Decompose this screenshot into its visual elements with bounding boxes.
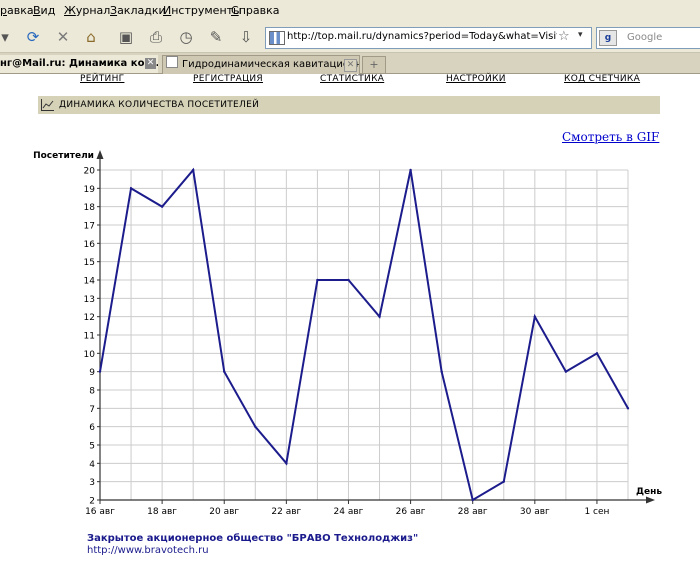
nav-link-settings[interactable]: НАСТРОЙКИ — [446, 74, 506, 84]
page-icon — [166, 56, 178, 68]
x-axis-label: День — [636, 487, 662, 497]
x-tick-label: 18 авг — [147, 507, 177, 517]
top-navigation: РЕЙТИНГ РЕГИСТРАЦИЯ СТАТИСТИКА НАСТРОЙКИ… — [0, 74, 700, 90]
navigation-toolbar: ▾ ⟳ ✕ ⌂ ▣ ⎙ ◷ ✎ ⇩ http://top.mail.ru/dyn… — [0, 22, 700, 53]
y-tick-label: 19 — [84, 185, 96, 195]
nav-link-rating[interactable]: РЕЙТИНГ — [80, 74, 124, 84]
footer-company: Закрытое акционерное общество "БРАВО Тех… — [87, 533, 419, 544]
google-engine-icon[interactable]: g — [599, 30, 617, 46]
tab-close-icon[interactable]: ✕ — [145, 58, 156, 69]
search-input[interactable]: Google — [627, 32, 662, 43]
y-tick-label: 9 — [89, 368, 95, 378]
y-tick-label: 4 — [89, 460, 95, 470]
reload-icon[interactable]: ⟳ — [22, 26, 44, 48]
tab-title: нг@Mail.ru: Динамика кол... — [0, 58, 158, 69]
y-tick-label: 18 — [84, 203, 96, 213]
chart-icon — [41, 99, 54, 111]
url-dropdown-icon[interactable]: ▾ — [578, 30, 583, 40]
tab-bar: нг@Mail.ru: Динамика кол... ✕ Гидродинам… — [0, 53, 700, 74]
y-tick-label: 17 — [84, 222, 95, 232]
history-clock-icon[interactable]: ◷ — [175, 26, 197, 48]
menu-item-history[interactable]: Журнал — [64, 4, 110, 17]
y-tick-label: 16 — [84, 240, 96, 250]
x-tick-label: 1 сен — [584, 507, 609, 517]
y-tick-label: 7 — [89, 405, 95, 415]
forward-dropdown-icon[interactable]: ▾ — [0, 26, 10, 48]
new-tab-icon[interactable]: + — [362, 56, 386, 74]
bookmark-star-icon[interactable]: ☆ — [558, 29, 570, 44]
print-icon[interactable]: ⎙ — [145, 26, 167, 48]
data-point — [502, 480, 505, 483]
stop-icon[interactable]: ✕ — [52, 26, 74, 48]
tab-active[interactable]: нг@Mail.ru: Динамика кол... ✕ — [0, 55, 158, 73]
data-point — [533, 315, 537, 318]
data-point — [254, 425, 257, 428]
data-point — [347, 278, 350, 282]
download-icon[interactable]: ⇩ — [235, 26, 257, 48]
y-axis-arrow — [96, 150, 104, 159]
y-tick-label: 13 — [84, 295, 95, 305]
y-tick-label: 15 — [84, 258, 95, 268]
y-tick-label: 12 — [84, 313, 95, 323]
data-point — [285, 462, 288, 465]
y-tick-label: 10 — [84, 350, 96, 360]
section-header: ДИНАМИКА КОЛИЧЕСТВА ПОСЕТИТЕЛЕЙ — [38, 96, 660, 114]
menu-item-view[interactable]: Вид — [33, 4, 55, 17]
data-point — [223, 370, 226, 373]
y-tick-label: 14 — [84, 277, 96, 287]
x-tick-label: 30 авг — [520, 507, 550, 517]
data-point — [471, 498, 474, 502]
x-tick-label: 26 авг — [396, 507, 426, 517]
nav-link-registration[interactable]: РЕГИСТРАЦИЯ — [193, 74, 263, 84]
x-tick-label: 20 авг — [209, 507, 239, 517]
y-tick-label: 11 — [84, 332, 95, 342]
nav-link-counter-code[interactable]: КОД СЧЕТЧИКА — [564, 74, 640, 84]
data-point — [440, 370, 443, 373]
tab-close-icon[interactable]: ✕ — [344, 59, 357, 72]
tab-inactive[interactable]: Гидродинамическая кавитационная ... ✕ — [162, 55, 360, 74]
y-tick-label: 6 — [89, 423, 95, 433]
y-tick-label: 5 — [89, 442, 95, 452]
x-tick-label: 22 авг — [271, 507, 301, 517]
menu-item-help[interactable]: Справка — [231, 4, 279, 17]
data-point — [378, 315, 381, 318]
y-tick-label: 8 — [89, 387, 95, 397]
visitors-chart: 2 3 4 5 6 7 8 9 10 11 12 13 14 15 16 17 18 19 20 16 авг 18 а… — [33, 150, 662, 517]
data-point — [191, 168, 195, 172]
data-point — [626, 407, 630, 410]
menu-bar: равка Вид Журнал Закладки Инструменты Сп… — [0, 0, 700, 22]
data-point — [129, 187, 133, 190]
url-text[interactable]: http://top.mail.ru/dynamics?period=Today… — [287, 31, 557, 42]
url-bar[interactable]: http://top.mail.ru/dynamics?period=Today… — [265, 27, 592, 49]
y-tick-label: 20 — [84, 167, 96, 177]
data-point — [409, 168, 412, 172]
x-tick-label: 24 авг — [334, 507, 364, 517]
search-box[interactable]: g Google — [596, 27, 700, 49]
new-window-icon[interactable]: ▣ — [115, 26, 137, 48]
tab-title: Гидродинамическая кавитационная ... — [182, 59, 359, 70]
data-point — [160, 205, 164, 208]
nav-link-statistics[interactable]: СТАТИСТИКА — [320, 74, 384, 84]
section-title: ДИНАМИКА КОЛИЧЕСТВА ПОСЕТИТЕЛЕЙ — [59, 100, 260, 110]
menu-item-bookmarks[interactable]: Закладки — [110, 4, 166, 17]
menu-item-tools[interactable]: Инструменты — [163, 4, 242, 17]
edit-page-icon[interactable]: ✎ — [205, 26, 227, 48]
data-point — [595, 352, 599, 355]
home-icon[interactable]: ⌂ — [80, 26, 102, 48]
y-tick-label: 2 — [89, 497, 95, 507]
data-point — [316, 278, 319, 282]
y-tick-label: 3 — [89, 478, 95, 488]
site-favicon-icon — [269, 31, 285, 45]
footer-url[interactable]: http://www.bravotech.ru — [87, 545, 209, 556]
x-tick-label: 28 авг — [458, 507, 488, 517]
menu-item-edit[interactable]: равка — [0, 4, 34, 17]
x-tick-label: 16 авг — [85, 507, 115, 517]
y-axis-label: Посетители — [33, 151, 94, 161]
x-axis-arrow — [646, 496, 655, 504]
data-point — [564, 370, 568, 373]
data-point — [98, 370, 102, 373]
